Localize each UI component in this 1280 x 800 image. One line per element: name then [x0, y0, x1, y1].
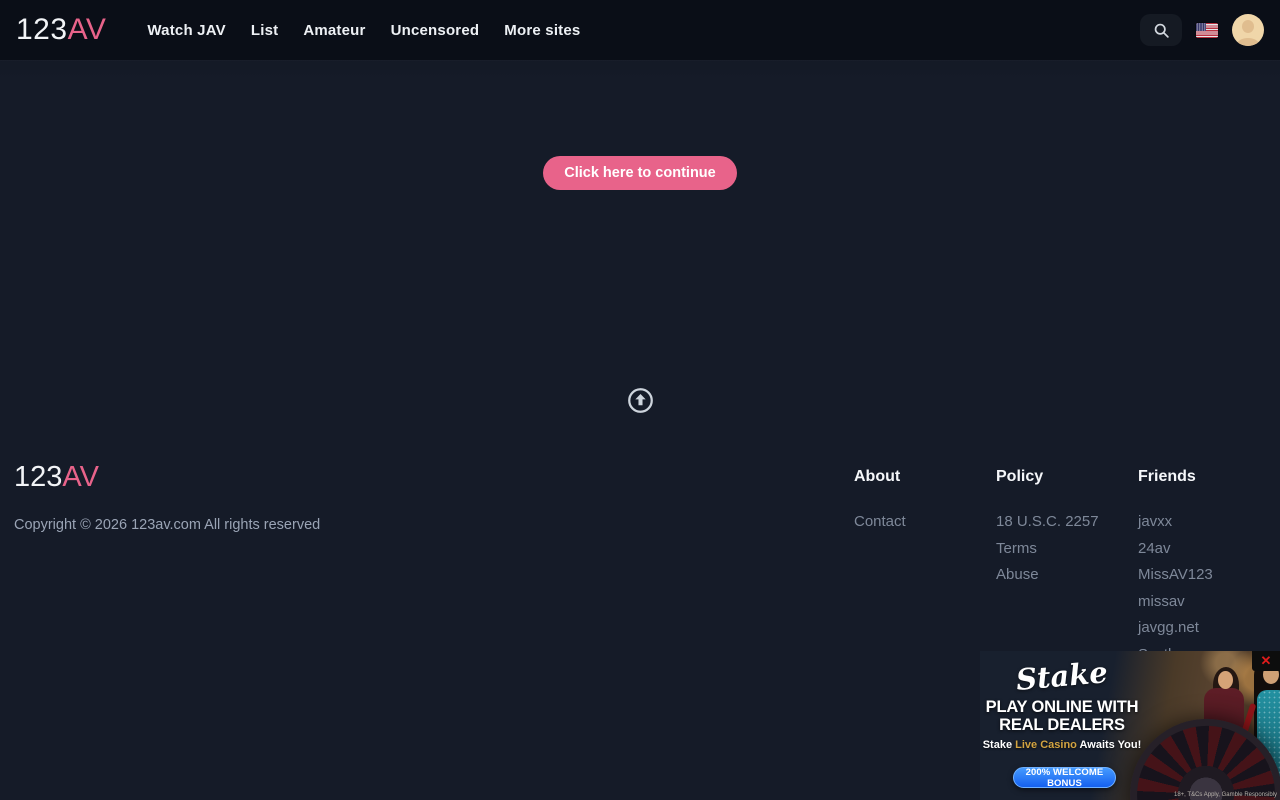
ad-headline: PLAY ONLINE WITH REAL DEALERS	[980, 698, 1144, 735]
ad-close-button[interactable]: ✕	[1252, 651, 1280, 671]
footer-column-about: About Contact	[854, 461, 996, 669]
footer-left: 123AV Copyright © 2026 123av.com All rig…	[14, 461, 854, 669]
logo-suffix: AV	[68, 13, 107, 46]
us-flag-icon[interactable]	[1196, 23, 1218, 38]
footer-column-title: Policy	[996, 468, 1138, 486]
search-button[interactable]	[1140, 14, 1182, 46]
continue-button[interactable]: Click here to continue	[543, 156, 736, 190]
footer-link-24av[interactable]: 24av	[1138, 536, 1280, 563]
ad-disclaimer: 18+, T&Cs Apply, Gamble Responsibly	[1174, 792, 1277, 798]
user-avatar[interactable]	[1232, 14, 1264, 46]
nav-item-watch-jav[interactable]: Watch JAV	[147, 22, 225, 39]
header-actions	[1140, 14, 1264, 46]
footer: 123AV Copyright © 2026 123av.com All rig…	[0, 461, 1280, 669]
copyright-text: Copyright © 2026 123av.com All rights re…	[14, 517, 854, 533]
footer-link-javgg-net[interactable]: javgg.net	[1138, 615, 1280, 642]
ad-headline-line1: PLAY ONLINE WITH	[986, 698, 1139, 716]
ad-tagline-highlight: Live Casino	[1015, 739, 1077, 751]
search-icon	[1153, 22, 1170, 39]
footer-link-abuse[interactable]: Abuse	[996, 562, 1138, 589]
footer-logo-prefix: 123	[14, 461, 62, 493]
footer-link-missav123[interactable]: MissAV123	[1138, 562, 1280, 589]
footer-column-policy: Policy 18 U.S.C. 2257TermsAbuse	[996, 461, 1138, 669]
footer-logo[interactable]: 123AV	[14, 461, 99, 494]
nav-item-list[interactable]: List	[251, 22, 278, 39]
ad-headline-line2: REAL DEALERS	[999, 716, 1125, 734]
ad-cta-button[interactable]: 200% WELCOME BONUS	[1013, 767, 1116, 788]
footer-logo-suffix: AV	[62, 461, 99, 493]
main-content: Click here to continue	[0, 156, 1280, 414]
stake-brand-logo: Stake	[1015, 655, 1109, 697]
footer-column-title: Friends	[1138, 468, 1280, 486]
ad-tagline-prefix: Stake	[983, 739, 1015, 751]
footer-link-18-u-s-c-2257[interactable]: 18 U.S.C. 2257	[996, 509, 1138, 536]
dealer1-face	[1218, 671, 1233, 689]
avatar-shoulders	[1237, 38, 1259, 46]
nav-item-amateur[interactable]: Amateur	[303, 22, 365, 39]
main-nav: Watch JAV List Amateur Uncensored More sites	[147, 22, 580, 39]
arrow-circle-up-icon	[627, 387, 654, 414]
back-to-top-button[interactable]	[627, 387, 654, 414]
stake-casino-ad[interactable]: Stake PLAY ONLINE WITH REAL DEALERS Stak…	[980, 651, 1280, 800]
logo-prefix: 123	[16, 13, 68, 46]
footer-link-terms[interactable]: Terms	[996, 536, 1138, 563]
site-logo[interactable]: 123AV	[16, 13, 106, 47]
footer-column-friends: Friends javxx24avMissAV123missavjavgg.net…	[1138, 461, 1280, 669]
footer-columns: About Contact Policy 18 U.S.C. 2257TermsAbu…	[854, 461, 1280, 669]
avatar-head	[1242, 20, 1254, 33]
footer-link-contact[interactable]: Contact	[854, 509, 996, 536]
ad-tagline: Stake Live Casino Awaits You!	[980, 739, 1144, 751]
footer-column-title: About	[854, 468, 996, 486]
footer-link-javxx[interactable]: javxx	[1138, 509, 1280, 536]
nav-item-more-sites[interactable]: More sites	[504, 22, 580, 39]
nav-item-uncensored[interactable]: Uncensored	[391, 22, 480, 39]
footer-link-missav[interactable]: missav	[1138, 589, 1280, 616]
flag-canton	[1196, 23, 1206, 31]
ad-tagline-suffix: Awaits You!	[1077, 739, 1141, 751]
ad-text-block: Stake PLAY ONLINE WITH REAL DEALERS Stak…	[980, 651, 1144, 751]
header: 123AV Watch JAV List Amateur Uncensored More…	[0, 0, 1280, 60]
